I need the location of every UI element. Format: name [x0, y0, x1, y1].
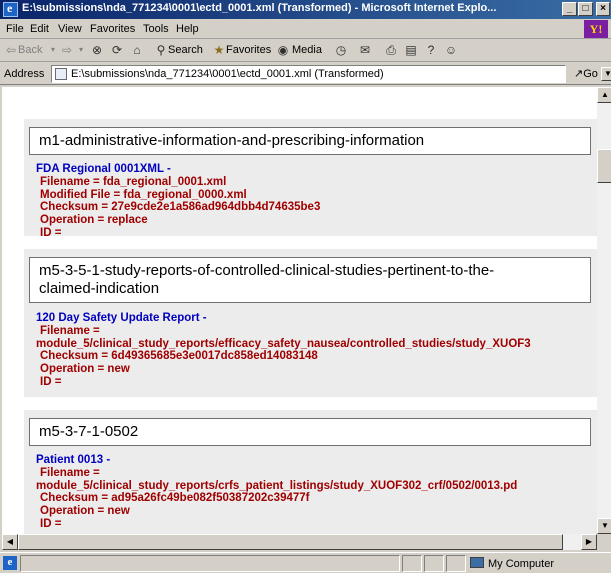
favorites-icon: ★: [213, 43, 225, 57]
section-m5-3-5-1: m5-3-5-1-study-reports-of-controlled-cli…: [24, 249, 597, 397]
section-m1: m1-administrative-information-and-prescr…: [24, 119, 597, 239]
mail-button[interactable]: ✉: [358, 43, 372, 57]
window-title: E:\submissions\nda_771234\0001\ectd_0001…: [22, 2, 497, 14]
title-bar[interactable]: E:\submissions\nda_771234\0001\ectd_0001…: [0, 0, 611, 19]
menu-favorites[interactable]: Favorites: [90, 23, 135, 35]
edit-button[interactable]: ▤: [404, 43, 418, 57]
horizontal-scroll-thumb[interactable]: [18, 534, 563, 550]
go-arrow-icon: ↗: [574, 68, 584, 80]
address-value[interactable]: E:\submissions\nda_771234\0001\ectd_0001…: [71, 68, 384, 80]
refresh-button[interactable]: ⟳: [110, 43, 124, 57]
page-status-icon: e: [3, 556, 17, 570]
section-body: Patient 0013 - Filename = module_5/clini…: [36, 454, 517, 531]
scroll-right-button[interactable]: ▶: [581, 534, 597, 550]
menu-tools[interactable]: Tools: [143, 23, 169, 35]
doc-attribute: Operation = replace: [40, 214, 148, 227]
menu-edit[interactable]: Edit: [30, 23, 49, 35]
media-button[interactable]: Media: [292, 44, 322, 56]
doc-attribute: module_5/clinical_study_reports/efficacy…: [36, 337, 531, 350]
doc-attribute: Checksum = 6d49365685e3e0017dc858ed14083…: [40, 350, 318, 363]
back-button[interactable]: Back: [18, 44, 42, 56]
scroll-up-button[interactable]: ▲: [597, 87, 611, 103]
scroll-down-button[interactable]: ▼: [597, 518, 611, 534]
menu-view[interactable]: View: [58, 23, 82, 35]
section-heading-line: claimed-indication: [39, 280, 160, 297]
menu-bar: File Edit View Favorites Tools Help: [0, 19, 611, 39]
doc-attribute: ID =: [40, 375, 62, 388]
doc-attribute: Filename =: [40, 324, 100, 337]
go-label: Go: [583, 68, 598, 80]
doc-attribute: ID =: [40, 226, 62, 239]
address-bar: Address E:\submissions\nda_771234\0001\e…: [0, 63, 611, 85]
ie-logo-icon: [3, 1, 18, 17]
help-button[interactable]: ?: [424, 43, 438, 57]
minimize-button[interactable]: _: [562, 2, 577, 16]
menu-help[interactable]: Help: [176, 23, 199, 35]
doc-attribute: Operation = new: [40, 363, 130, 376]
document-link[interactable]: 120 Day Safety Update Report -: [36, 312, 531, 325]
section-body: 120 Day Safety Update Report - Filename …: [36, 312, 531, 389]
home-button[interactable]: ⌂: [130, 43, 144, 57]
yahoo-toolbar-logo[interactable]: Y!: [584, 20, 608, 38]
doc-attribute: Checksum = 27e9cde2e1a586ad964dbb4d74635…: [40, 201, 321, 214]
messenger-button[interactable]: ☺: [444, 43, 458, 57]
search-icon: ⚲: [156, 43, 166, 57]
doc-attribute: Checksum = ad95a26fc49be082f50387202c394…: [40, 492, 310, 505]
search-button[interactable]: Search: [168, 44, 203, 56]
maximize-button[interactable]: □: [578, 2, 593, 16]
forward-button[interactable]: ⇨: [60, 43, 74, 57]
media-icon: ◉: [277, 43, 289, 57]
page-icon: [55, 68, 67, 80]
doc-attribute: ID =: [40, 517, 62, 530]
computer-zone-icon: [470, 557, 484, 568]
go-button[interactable]: ↗Go: [574, 67, 598, 80]
status-pane: [446, 555, 466, 572]
doc-attribute: Modified File = fda_regional_0000.xml: [40, 188, 247, 201]
section-heading-line: m5-3-5-1-study-reports-of-controlled-cli…: [39, 262, 495, 279]
forward-dropdown-icon[interactable]: ▾: [74, 43, 88, 57]
scrollbar-corner: [597, 534, 611, 550]
back-dropdown-icon[interactable]: ▾: [46, 43, 60, 57]
vertical-scrollbar[interactable]: ▲ ▼: [597, 87, 611, 534]
status-bar: e My Computer: [0, 552, 611, 573]
stop-button[interactable]: ⊗: [90, 43, 104, 57]
status-text-pane: [20, 555, 400, 572]
doc-attribute: Filename =: [40, 466, 100, 479]
back-arrow-icon: ⇦: [5, 43, 17, 57]
section-heading: m1-administrative-information-and-prescr…: [29, 127, 591, 155]
vertical-scroll-thumb[interactable]: [597, 149, 611, 183]
section-heading: m5-3-5-1-study-reports-of-controlled-cli…: [29, 257, 591, 303]
doc-attribute: module_5/clinical_study_reports/crfs_pat…: [36, 479, 518, 492]
standard-toolbar: ⇦ Back ▾ ⇨ ▾ ⊗ ⟳ ⌂ ⚲ Search ★ Favorites …: [0, 40, 611, 62]
status-pane: [424, 555, 444, 572]
document-link[interactable]: FDA Regional 0001XML -: [36, 163, 320, 176]
doc-attribute: Filename = fda_regional_0001.xml: [40, 175, 227, 188]
close-button[interactable]: ×: [596, 2, 610, 16]
print-button[interactable]: ⎙: [384, 43, 398, 57]
favorites-button[interactable]: Favorites: [226, 44, 271, 56]
browser-window: E:\submissions\nda_771234\0001\ectd_0001…: [0, 0, 611, 573]
address-dropdown-button[interactable]: ▼: [601, 67, 611, 81]
status-pane: [402, 555, 422, 572]
address-input[interactable]: E:\submissions\nda_771234\0001\ectd_0001…: [51, 65, 611, 83]
document-link[interactable]: Patient 0013 -: [36, 454, 517, 467]
scroll-left-button[interactable]: ◀: [2, 534, 18, 550]
section-heading: m5-3-7-1-0502: [29, 418, 591, 446]
menu-file[interactable]: File: [6, 23, 24, 35]
security-zone-label: My Computer: [488, 558, 555, 570]
address-label: Address: [4, 68, 45, 80]
section-body: FDA Regional 0001XML - Filename = fda_re…: [36, 163, 320, 240]
horizontal-scrollbar[interactable]: ◀ ▶: [2, 534, 597, 550]
section-m5-3-7-1-0502: m5-3-7-1-0502 Patient 0013 - Filename = …: [24, 410, 597, 534]
page-content: m1-administrative-information-and-prescr…: [2, 87, 597, 534]
doc-attribute: Operation = new: [40, 505, 130, 518]
history-button[interactable]: ◷: [334, 43, 348, 57]
